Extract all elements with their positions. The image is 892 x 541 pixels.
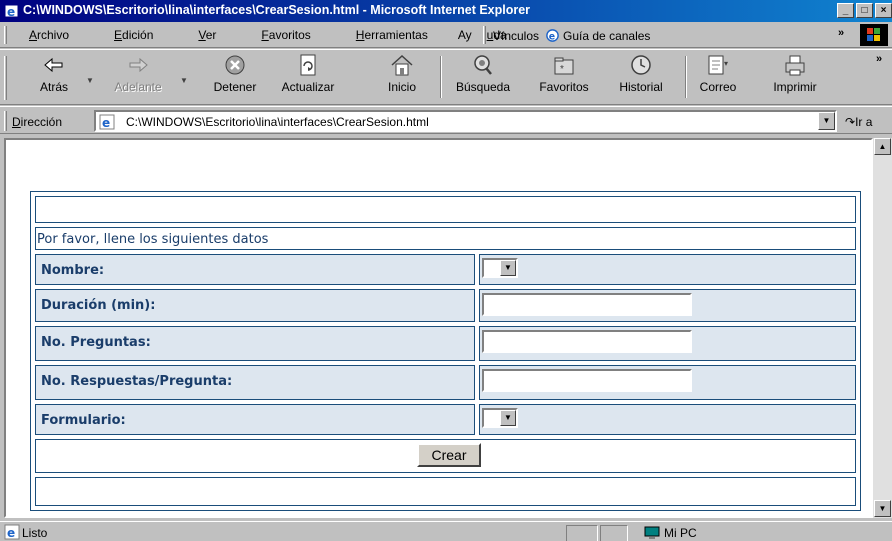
- menu-ver[interactable]: Ver: [183, 28, 231, 42]
- duracion-input[interactable]: [482, 293, 692, 316]
- go-button[interactable]: ↷Ir a: [845, 115, 872, 129]
- security-zone: Mi PC: [644, 526, 697, 540]
- chevron-down-icon[interactable]: ▼: [500, 410, 516, 426]
- menu-favoritos[interactable]: Favoritos: [246, 28, 325, 42]
- scroll-up-button[interactable]: ▲: [874, 138, 891, 155]
- form-instructions: Por favor, llene los siguientes datos: [35, 227, 856, 250]
- search-button[interactable]: Búsqueda: [451, 54, 515, 100]
- toolbar-grip[interactable]: [4, 56, 7, 100]
- ie-status-icon: e: [4, 524, 20, 540]
- crear-button[interactable]: Crear: [417, 443, 481, 467]
- back-dropdown-arrow[interactable]: ▼: [86, 76, 94, 85]
- respuestas-input[interactable]: [482, 369, 692, 392]
- window-title: C:\WINDOWS\Escritorio\lina\interfaces\Cr…: [23, 3, 531, 17]
- search-icon: [474, 55, 492, 75]
- links-label: Vínculos: [493, 28, 540, 43]
- submit-row: Crear: [35, 439, 856, 473]
- refresh-button[interactable]: Actualizar: [272, 54, 344, 100]
- preguntas-label: No. Preguntas:: [35, 326, 475, 361]
- address-bar: Dirección e C:\WINDOWS\Escritorio\lina\i…: [0, 106, 892, 134]
- link-guia-canales[interactable]: Guía de canales: [563, 29, 650, 43]
- preguntas-input[interactable]: [482, 330, 692, 353]
- standard-toolbar: Atrás ▼ Adelante ▼ Detener Actualizar In…: [0, 49, 892, 105]
- svg-text:e: e: [549, 31, 555, 42]
- svg-text:▾: ▾: [724, 59, 728, 68]
- menu-edicion[interactable]: Edición: [99, 28, 168, 42]
- nombre-cell: ▼: [479, 254, 856, 285]
- history-clock-icon: [631, 55, 651, 75]
- formulario-select[interactable]: ▼: [482, 408, 518, 428]
- duracion-cell: [479, 289, 856, 322]
- computer-icon: [644, 526, 660, 539]
- links-grip[interactable]: [483, 26, 486, 44]
- formulario-label: Formulario:: [35, 404, 475, 435]
- favorites-folder-icon: *: [554, 57, 574, 75]
- favorites-button[interactable]: * Favoritos: [534, 54, 594, 100]
- back-arrow-icon: [44, 57, 63, 73]
- svg-text:e: e: [102, 116, 110, 130]
- page-viewport: Por favor, llene los siguientes datos No…: [4, 138, 873, 518]
- stop-button[interactable]: Detener: [200, 54, 270, 100]
- nombre-select[interactable]: ▼: [482, 258, 518, 278]
- status-pane: [600, 525, 628, 541]
- forward-button[interactable]: Adelante: [100, 54, 176, 100]
- respuestas-cell: [479, 365, 856, 400]
- page-icon: e: [99, 114, 115, 130]
- links-bar: Vínculos e Guía de canales: [493, 28, 650, 43]
- form-footer-row: [35, 477, 856, 506]
- status-pane: [566, 525, 598, 541]
- refresh-icon: [300, 54, 316, 76]
- internet-explorer-icon: e: [4, 4, 19, 19]
- minimize-button[interactable]: _: [837, 3, 854, 18]
- svg-text:e: e: [7, 5, 15, 19]
- status-bar: e Listo Mi PC: [0, 521, 892, 541]
- svg-text:*: *: [560, 64, 564, 75]
- mail-button[interactable]: ▾ Correo: [694, 54, 742, 100]
- toolbar-separator: [440, 56, 442, 98]
- formulario-cell: ▼: [479, 404, 856, 435]
- address-url[interactable]: C:\WINDOWS\Escritorio\lina\interfaces\Cr…: [126, 115, 429, 129]
- forward-dropdown-arrow[interactable]: ▼: [180, 76, 188, 85]
- windows-logo: [860, 24, 888, 46]
- preguntas-cell: [479, 326, 856, 361]
- home-button[interactable]: Inicio: [380, 54, 424, 100]
- links-more-chevron[interactable]: »: [838, 27, 844, 39]
- form-header-row: [35, 196, 856, 223]
- address-label: Dirección: [12, 115, 63, 129]
- stop-icon: [225, 55, 245, 75]
- mail-icon: ▾: [708, 55, 728, 75]
- history-button[interactable]: Historial: [612, 54, 670, 100]
- window-controls: _ □ ×: [837, 3, 892, 18]
- printer-icon: [785, 55, 805, 76]
- chevron-down-icon[interactable]: ▼: [500, 260, 516, 276]
- create-session-form: Por favor, llene los siguientes datos No…: [30, 191, 861, 511]
- go-arrow-icon: ↷: [845, 115, 856, 129]
- back-button[interactable]: Atrás: [30, 54, 78, 100]
- scroll-down-button[interactable]: ▼: [874, 500, 891, 517]
- ie-page-icon: e: [546, 29, 559, 42]
- menu-items: Archivo Edición Ver Favoritos Herramient…: [14, 28, 537, 42]
- address-dropdown-button[interactable]: ▼: [818, 112, 835, 130]
- menu-herramientas[interactable]: Herramientas: [341, 28, 443, 42]
- address-grip[interactable]: [4, 111, 7, 131]
- status-text: Listo: [22, 526, 48, 540]
- nombre-label: Nombre:: [35, 254, 475, 285]
- menu-archivo[interactable]: Archivo: [14, 28, 84, 42]
- menu-bar: Archivo Edición Ver Favoritos Herramient…: [0, 22, 892, 48]
- respuestas-label: No. Respuestas/Pregunta:: [35, 365, 475, 400]
- toolbar-separator: [685, 56, 687, 98]
- svg-text:e: e: [7, 526, 15, 540]
- vertical-scrollbar[interactable]: ▲ ▼: [873, 138, 892, 518]
- duracion-label: Duración (min):: [35, 289, 475, 322]
- title-bar[interactable]: e C:\WINDOWS\Escritorio\lina\interfaces\…: [0, 0, 892, 22]
- toolbar-more-chevron[interactable]: »: [876, 53, 882, 65]
- close-button[interactable]: ×: [875, 3, 892, 18]
- menu-grip[interactable]: [4, 26, 7, 44]
- address-input[interactable]: e C:\WINDOWS\Escritorio\lina\interfaces\…: [94, 110, 837, 132]
- print-button[interactable]: Imprimir: [766, 54, 824, 100]
- home-icon: [391, 54, 413, 76]
- maximize-button[interactable]: □: [856, 3, 873, 18]
- forward-arrow-icon: [129, 57, 148, 73]
